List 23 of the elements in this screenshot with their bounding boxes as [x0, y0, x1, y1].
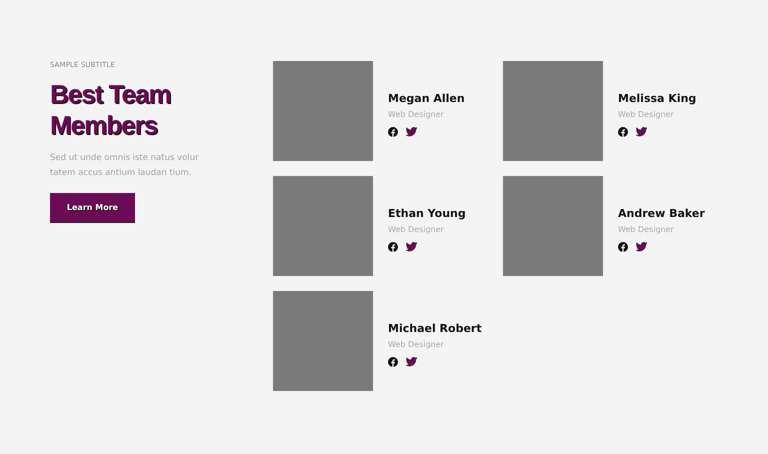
facebook-icon[interactable] — [388, 356, 398, 366]
member-role: Web Designer — [388, 224, 445, 234]
member-name: Andrew Baker — [618, 206, 705, 220]
member-name: Michael Robert — [388, 322, 482, 334]
facebook-icon[interactable] — [618, 242, 628, 252]
twitter-icon[interactable] — [636, 242, 647, 252]
member-name: Megan Allen — [388, 92, 465, 104]
twitter-icon[interactable] — [406, 356, 417, 366]
facebook-icon[interactable] — [618, 126, 628, 136]
member-role: Web Designer — [388, 340, 445, 348]
section-description: Sed ut unde omnis iste natus volur tatem accus antium laudan tium. — [50, 152, 200, 180]
member-name: Ethan Young — [388, 206, 466, 220]
member-name: Melissa King — [618, 92, 696, 104]
twitter-icon[interactable] — [406, 242, 417, 252]
member-role: Web Designer — [388, 110, 445, 118]
twitter-icon[interactable] — [406, 126, 417, 136]
section-title: Best Team Members — [50, 79, 172, 141]
learn-more-button[interactable]: Learn More — [50, 193, 135, 223]
member-role: Web Designer — [618, 224, 675, 234]
member-role: Web Designer — [618, 110, 675, 118]
twitter-icon[interactable] — [636, 126, 647, 136]
facebook-icon[interactable] — [388, 242, 398, 252]
facebook-icon[interactable] — [388, 126, 398, 136]
